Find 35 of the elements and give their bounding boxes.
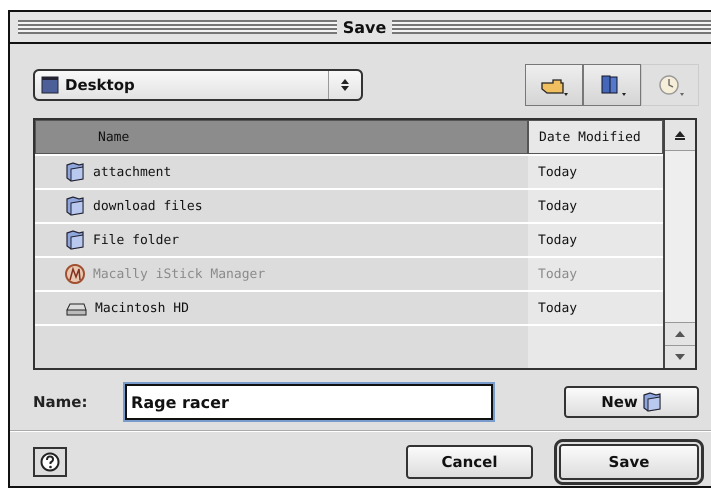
scroll-up-icon: [673, 329, 687, 339]
file-name: File folder: [93, 232, 180, 248]
name-label: Name:: [33, 393, 88, 411]
app-icon: [65, 263, 85, 285]
updown-arrows-icon: [340, 78, 350, 92]
column-header[interactable]: Name: [35, 120, 528, 154]
window-icon: [41, 76, 59, 94]
folder-icon: [65, 161, 85, 183]
name-cell[interactable]: Macintosh HD: [35, 292, 528, 324]
name-cell[interactable]: attachment: [35, 156, 528, 188]
cancel-button[interactable]: Cancel: [406, 445, 533, 479]
help-icon: [40, 452, 60, 472]
folder-icon: [65, 195, 85, 217]
name-field[interactable]: Rage racer: [125, 384, 493, 420]
folder-icon: [642, 391, 662, 413]
date-cell: Today: [528, 292, 663, 324]
file-name: Macally iStick Manager: [93, 266, 266, 282]
name-cell[interactable]: download files: [35, 190, 528, 222]
scroll-down-icon: [673, 352, 687, 362]
column-header[interactable]: Date Modified: [528, 120, 663, 154]
date-cell: Today: [528, 156, 663, 188]
help-button[interactable]: [33, 447, 67, 477]
scroll-top-icon: [673, 129, 687, 141]
new-folder-button[interactable]: New: [564, 386, 699, 418]
location-popup[interactable]: Desktop: [33, 69, 363, 101]
file-name: Macintosh HD: [95, 300, 189, 316]
date-cell: Today: [528, 224, 663, 256]
date-cell: Today: [528, 190, 663, 222]
folder-icon: [65, 229, 85, 251]
file-name: download files: [93, 198, 203, 214]
window-title: Save: [342, 18, 386, 36]
date-cell: Today: [528, 258, 663, 290]
book-button[interactable]: [583, 64, 641, 106]
file-name: attachment: [93, 164, 172, 180]
name-cell[interactable]: File folder: [35, 224, 528, 256]
